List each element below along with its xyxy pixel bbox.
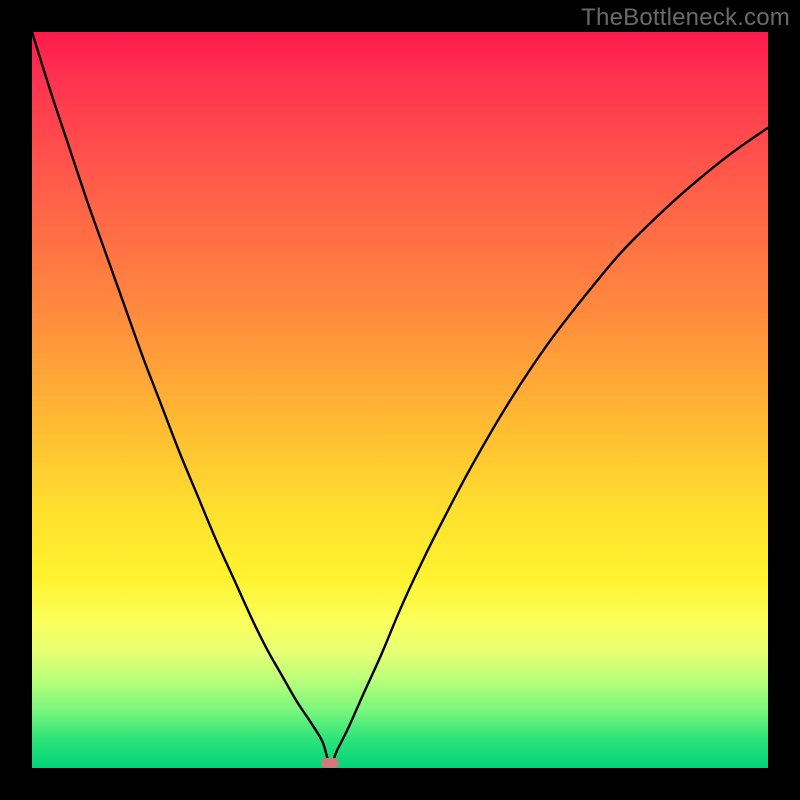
chart-outer-frame: TheBottleneck.com [0,0,800,800]
curve-svg [32,32,768,768]
watermark-text: TheBottleneck.com [581,4,790,32]
chart-plot-area [32,32,768,768]
minimum-marker [321,758,339,768]
curve-path [32,32,768,764]
